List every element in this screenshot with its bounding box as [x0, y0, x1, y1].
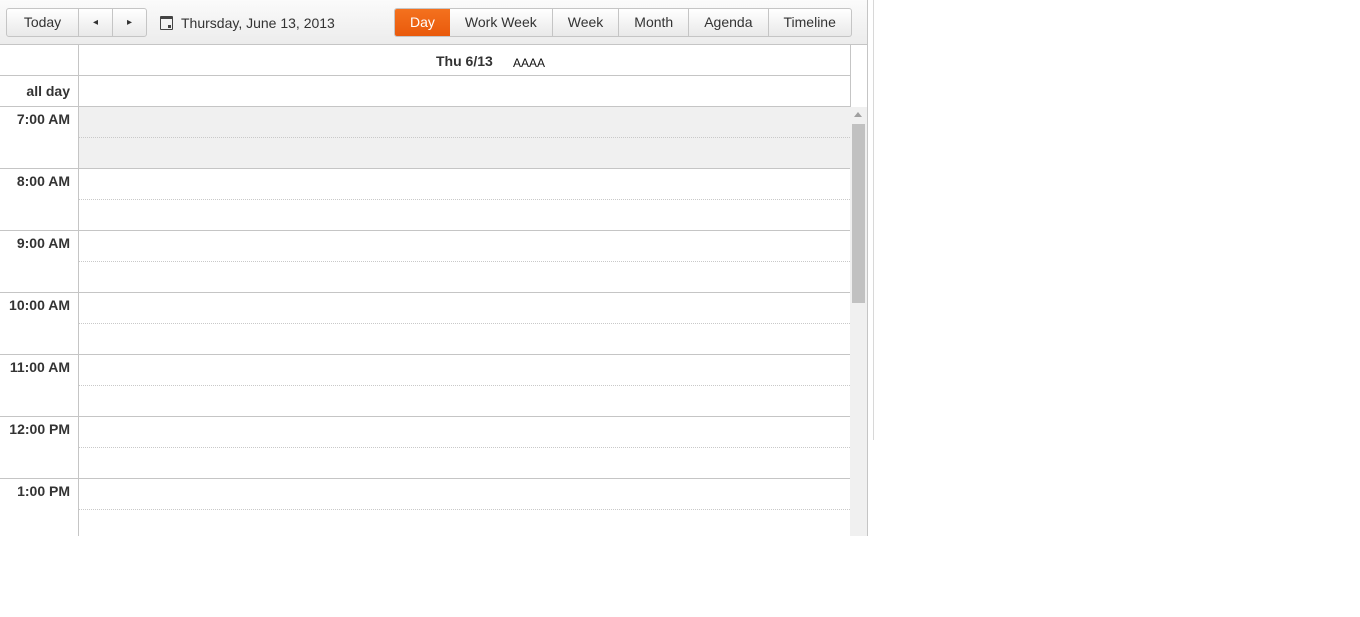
arrow-right-icon: ▸: [126, 17, 133, 28]
time-label: 9:00 AM: [16, 235, 70, 251]
half-hour-divider: [79, 137, 850, 138]
hour-row: 10:00 AM: [0, 293, 850, 355]
resource-label: AAAA: [513, 56, 546, 70]
view-month-button[interactable]: Month: [618, 9, 688, 36]
half-hour-divider: [79, 199, 850, 200]
scrollbar-thumb[interactable]: [852, 124, 865, 303]
view-timeline-button[interactable]: Timeline: [767, 9, 851, 36]
time-column-header: [0, 45, 79, 75]
page-divider: [873, 0, 874, 440]
time-label: 1:00 PM: [17, 483, 70, 499]
view-work-week-button[interactable]: Work Week: [450, 9, 552, 36]
time-label: 11:00 AM: [9, 359, 70, 375]
day-column-label: Thu 6/13: [436, 53, 493, 69]
time-slot[interactable]: [78, 479, 850, 536]
hour-row: 12:00 PM: [0, 417, 850, 479]
time-slot[interactable]: [78, 417, 850, 479]
time-label: 12:00 PM: [9, 421, 70, 437]
time-label: 10:00 AM: [9, 297, 70, 313]
hour-row: 9:00 AM: [0, 231, 850, 293]
time-slot[interactable]: [78, 293, 850, 355]
all-day-row: all day: [0, 76, 851, 107]
half-hour-divider: [79, 323, 850, 324]
current-date-text: Thursday, June 13, 2013: [181, 14, 335, 31]
day-header: Thu 6/13 AAAA: [0, 45, 851, 76]
current-date[interactable]: Thursday, June 13, 2013: [160, 8, 335, 37]
all-day-slot[interactable]: [78, 76, 851, 106]
scheduler-toolbar: Today ◂ ▸ Thursday, June 13, 2013 Day Wor…: [0, 0, 867, 45]
half-hour-divider: [79, 447, 850, 448]
time-slot[interactable]: [78, 355, 850, 417]
calendar-icon: [160, 15, 173, 30]
hour-row: 11:00 AM: [0, 355, 850, 417]
arrow-left-icon: ◂: [92, 17, 99, 28]
navigation-group: Today ◂ ▸: [6, 8, 147, 37]
view-week-button[interactable]: Week: [551, 9, 619, 36]
view-agenda-button[interactable]: Agenda: [688, 9, 767, 36]
time-slot[interactable]: [78, 231, 850, 293]
hour-row: 1:00 PM: [0, 479, 850, 536]
time-slot[interactable]: [78, 107, 850, 169]
vertical-scrollbar[interactable]: [850, 107, 867, 536]
half-hour-divider: [79, 261, 850, 262]
scroll-up-arrow-icon[interactable]: [854, 112, 862, 117]
all-day-label: all day: [26, 83, 70, 99]
view-switcher: Day Work Week Week Month Agenda Timeline: [394, 8, 852, 37]
view-day-button[interactable]: Day: [395, 9, 450, 36]
hour-row: 8:00 AM: [0, 169, 850, 231]
time-grid: 7:00 AM 8:00 AM 9:00 AM 10:00 AM 11:00 AM 12:…: [0, 107, 850, 536]
time-slot[interactable]: [78, 169, 850, 231]
hour-row: 7:00 AM: [0, 107, 850, 169]
half-hour-divider: [79, 385, 850, 386]
half-hour-divider: [79, 509, 850, 510]
scheduler: Today ◂ ▸ Thursday, June 13, 2013 Day Wor…: [0, 0, 868, 536]
time-label: 7:00 AM: [16, 111, 70, 127]
time-label: 8:00 AM: [16, 173, 70, 189]
next-button[interactable]: ▸: [112, 9, 146, 36]
previous-button[interactable]: ◂: [78, 9, 112, 36]
today-button[interactable]: Today: [7, 9, 78, 36]
